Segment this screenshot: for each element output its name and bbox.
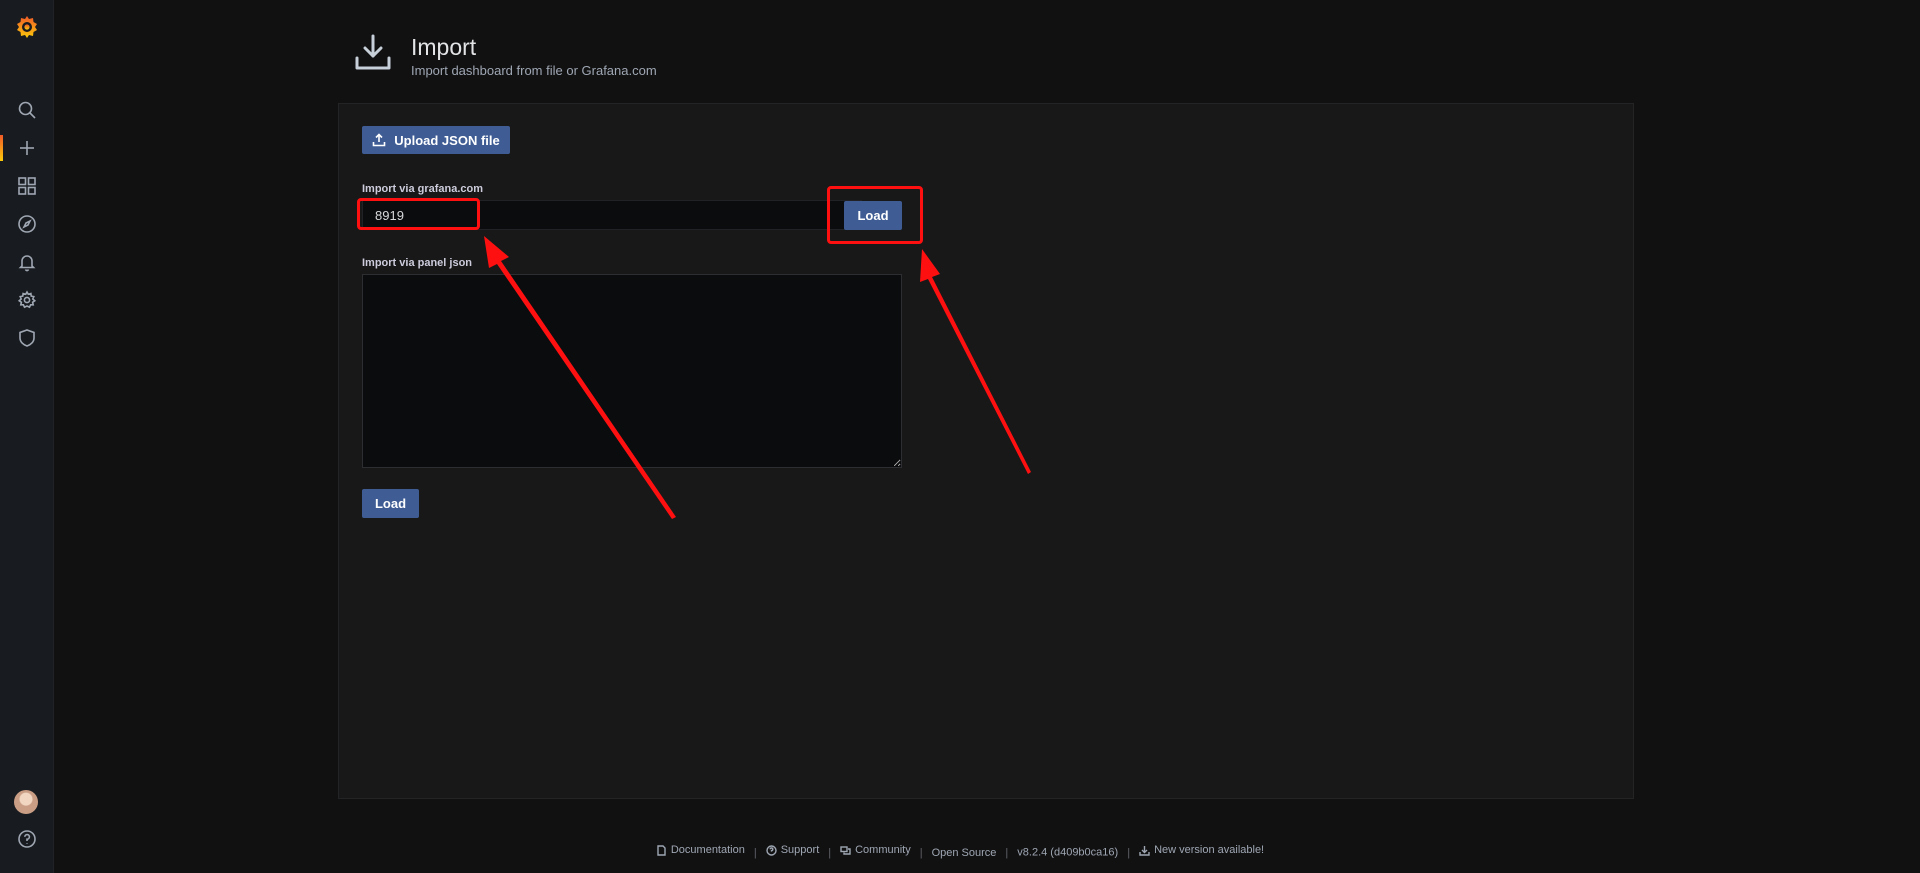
upload-icon [372,133,386,147]
sidebar-item-search[interactable] [0,91,53,129]
footer: Documentation | Support | Community | Op… [0,844,1920,859]
avatar[interactable] [14,790,38,814]
grafana-com-load-button[interactable]: Load [844,201,902,230]
gear-icon [17,290,36,309]
sidebar-item-server-admin[interactable] [0,319,53,357]
footer-open-source-link[interactable]: Open Source [932,847,997,859]
footer-separator: | [753,846,757,859]
question-circle-icon [766,844,777,856]
shield-icon [18,329,35,347]
sidebar [0,0,54,873]
page-subtitle: Import dashboard from file or Grafana.co… [411,63,657,78]
search-icon [18,101,36,119]
sidebar-item-create[interactable] [0,129,53,167]
upload-json-label: Upload JSON file [394,132,500,148]
footer-new-version-label: New version available! [1154,844,1265,856]
document-icon [657,844,666,856]
footer-documentation-label: Documentation [670,844,745,856]
panel-json-load-button[interactable]: Load [362,489,419,518]
download-icon [1139,845,1150,856]
footer-community-link[interactable]: Community [840,844,911,856]
panel-json-label: Import via panel json [362,257,473,269]
bell-icon [18,255,35,272]
dashboards-icon [17,177,36,195]
footer-separator: | [1127,846,1131,859]
sidebar-item-configuration[interactable] [0,281,53,319]
import-panel: Upload JSON file Import via grafana.com … [338,103,1634,799]
sidebar-item-dashboards[interactable] [0,167,53,205]
footer-open-source-label: Open Source [931,846,997,859]
footer-separator: | [1005,846,1009,859]
grafana-com-input[interactable] [362,200,862,230]
grafana-logo-icon[interactable] [14,14,40,40]
upload-json-button[interactable]: Upload JSON file [362,126,510,154]
footer-community-label: Community [855,844,911,856]
grafana-com-label: Import via grafana.com [362,183,484,195]
footer-separator: | [919,846,923,859]
plus-icon [19,141,34,155]
page-title: Import [411,34,477,60]
compass-icon [17,215,36,233]
footer-new-version-link[interactable]: New version available! [1139,844,1264,856]
footer-documentation-link[interactable]: Documentation [656,844,745,856]
footer-support-label: Support [780,844,820,856]
footer-support-link[interactable]: Support [766,844,820,856]
sidebar-item-explore[interactable] [0,205,53,243]
sidebar-item-alerting[interactable] [0,243,53,281]
footer-version: v8.2.4 (d409b0ca16) [1017,846,1119,859]
comments-icon [840,845,851,855]
panel-json-textarea[interactable] [362,274,902,468]
footer-separator: | [828,846,832,859]
import-icon [355,34,391,70]
